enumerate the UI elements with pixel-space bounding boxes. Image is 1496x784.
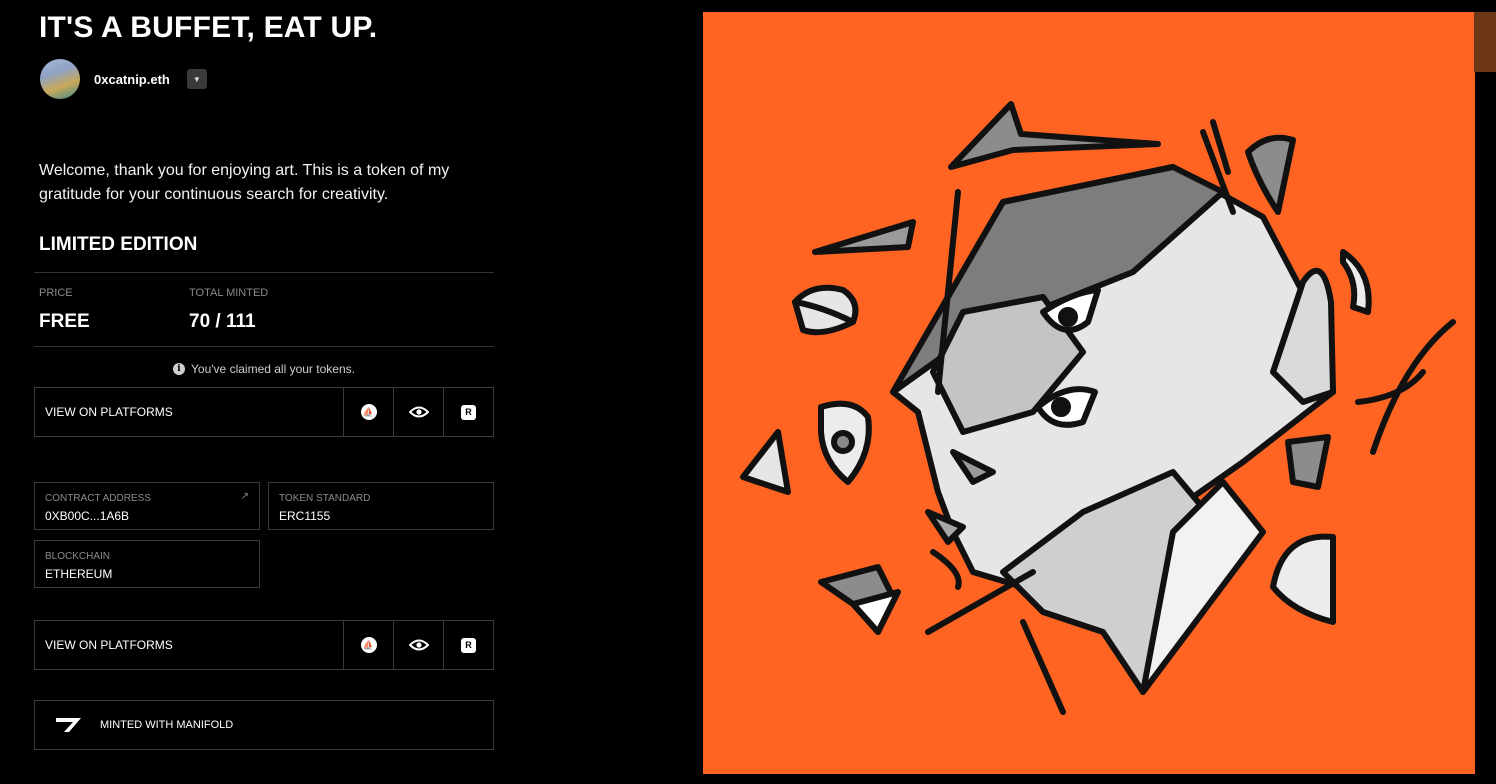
external-link-icon[interactable]: ↗ — [241, 491, 249, 502]
rarible-icon: R — [461, 637, 476, 653]
divider — [34, 272, 494, 273]
creator-row[interactable]: 0xcatnip.eth ▼ — [40, 59, 207, 99]
rarible-button[interactable]: R — [443, 388, 493, 436]
contract-address-box[interactable]: CONTRACT ADDRESS ↗ 0XB00C...1A6B — [34, 482, 260, 530]
edition-heading: LIMITED EDITION — [39, 234, 198, 255]
eye-icon — [408, 406, 429, 418]
manifold-logo-icon — [56, 718, 81, 732]
contract-address-label: CONTRACT ADDRESS — [45, 493, 151, 504]
creator-name[interactable]: 0xcatnip.eth — [94, 72, 170, 87]
eye-icon — [408, 639, 429, 651]
blockchain-value: ETHEREUM — [45, 567, 113, 581]
token-standard-box: TOKEN STANDARD ERC1155 — [268, 482, 494, 530]
avatar[interactable] — [40, 59, 80, 99]
divider — [34, 346, 494, 347]
scrollbar-thumb[interactable] — [1474, 12, 1496, 72]
opensea-icon: ⛵ — [360, 637, 377, 653]
price-value: FREE — [39, 311, 90, 332]
chevron-down-icon: ▼ — [192, 74, 201, 84]
token-panel: IT'S A BUFFET, EAT UP. 0xcatnip.eth ▼ We… — [0, 0, 540, 784]
claimed-text: You've claimed all your tokens. — [191, 362, 355, 376]
opensea-icon: ⛵ — [360, 404, 377, 420]
manifold-text: MINTED WITH MANIFOLD — [100, 719, 234, 731]
creator-dropdown-button[interactable]: ▼ — [186, 69, 207, 89]
manifold-link[interactable]: MINTED WITH MANIFOLD — [34, 700, 494, 750]
claimed-notice: i You've claimed all your tokens. — [34, 362, 494, 376]
token-standard-value: ERC1155 — [279, 509, 331, 523]
artwork-illustration — [740, 101, 1456, 715]
platforms-label: VIEW ON PLATFORMS — [45, 405, 173, 419]
contract-address-value: 0XB00C...1A6B — [45, 509, 130, 523]
page-title: IT'S A BUFFET, EAT UP. — [39, 11, 378, 44]
opensea-button[interactable]: ⛵ — [343, 388, 393, 436]
info-icon: i — [173, 363, 186, 375]
view-on-platforms-bar: VIEW ON PLATFORMS ⛵ R — [34, 387, 494, 437]
platforms-label: VIEW ON PLATFORMS — [45, 638, 173, 652]
minted-label: TOTAL MINTED — [189, 287, 269, 299]
rarible-button[interactable]: R — [443, 621, 493, 669]
view-on-platforms-bar: VIEW ON PLATFORMS ⛵ R — [34, 620, 494, 670]
rarible-icon: R — [461, 404, 476, 420]
token-standard-label: TOKEN STANDARD — [279, 493, 371, 504]
minted-value: 70 / 111 — [189, 311, 256, 332]
description: Welcome, thank you for enjoying art. Thi… — [39, 162, 450, 203]
price-label: PRICE — [39, 287, 73, 299]
opensea-button[interactable]: ⛵ — [343, 621, 393, 669]
looksrare-button[interactable] — [393, 388, 443, 436]
blockchain-box: BLOCKCHAIN ETHEREUM — [34, 540, 260, 588]
blockchain-label: BLOCKCHAIN — [45, 551, 111, 562]
looksrare-button[interactable] — [393, 621, 443, 669]
artwork-image[interactable] — [703, 12, 1475, 774]
